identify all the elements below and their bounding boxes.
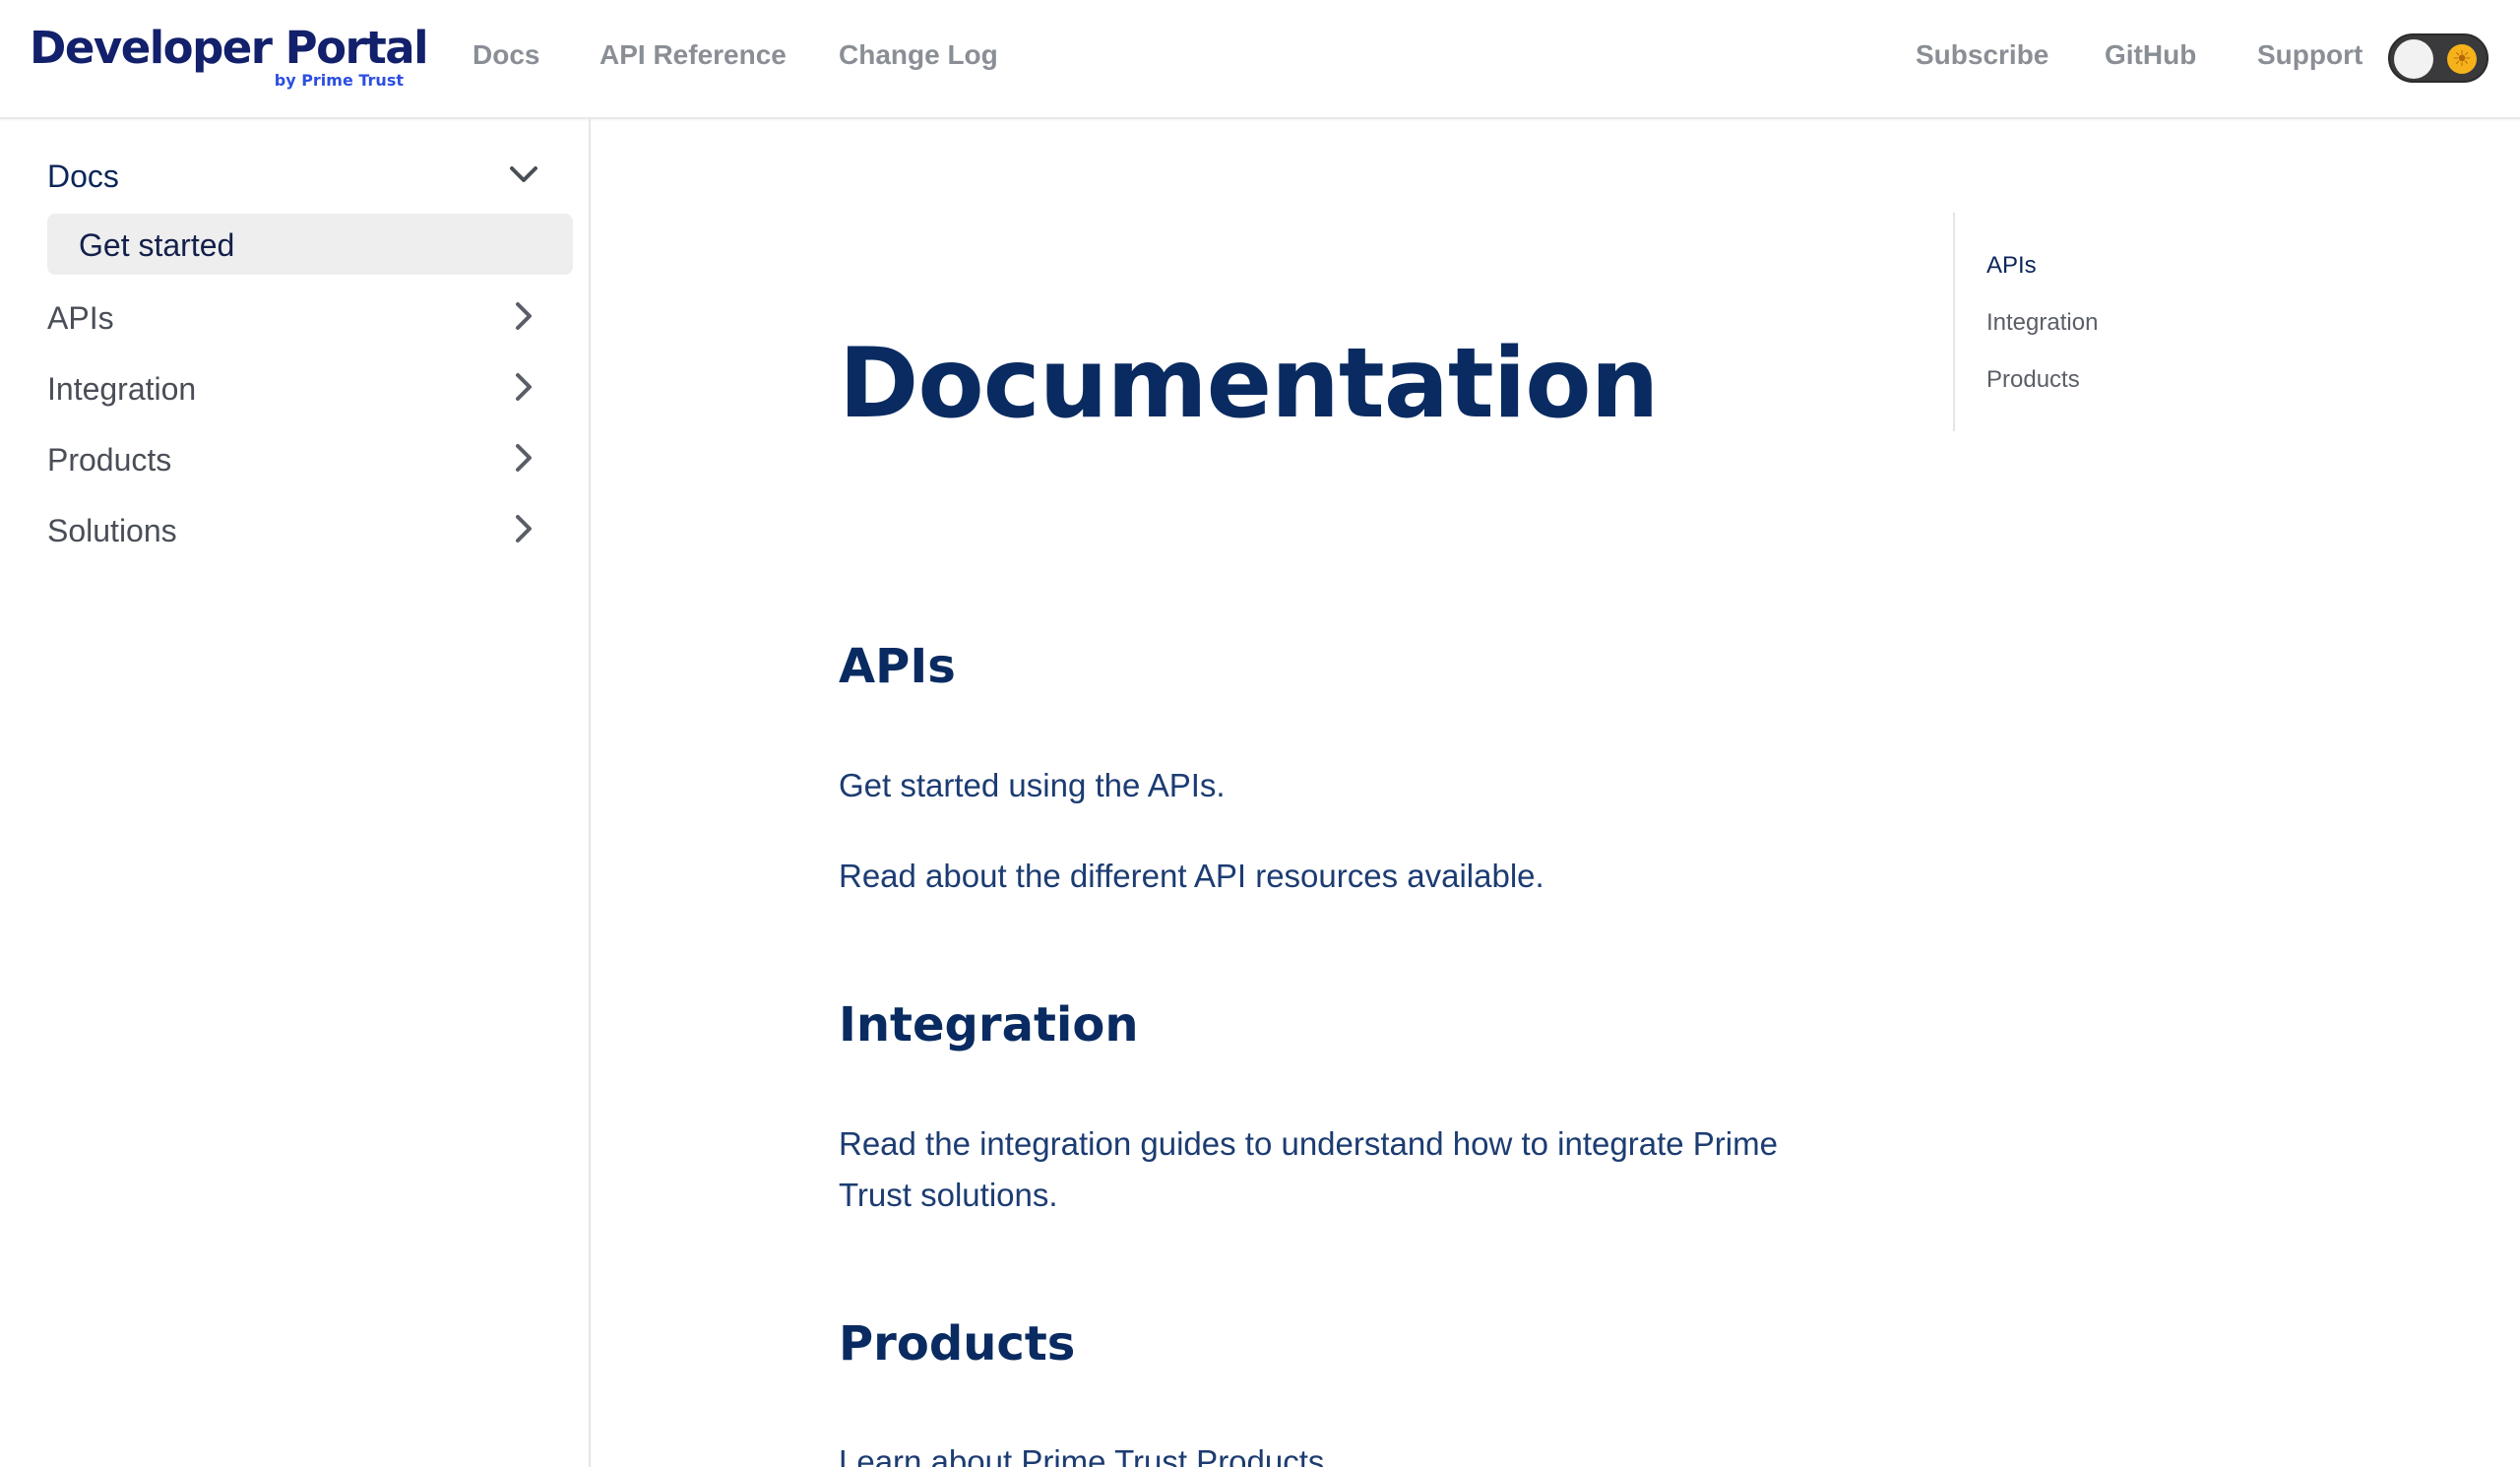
section-heading-apis: APIs — [839, 639, 956, 694]
sidebar-item-solutions[interactable]: Solutions — [47, 497, 559, 560]
table-of-contents: APIs Integration Products — [1953, 213, 2248, 431]
section-link-paragraph[interactable]: Read about the different API resources a… — [839, 851, 1823, 902]
section-link-paragraph[interactable]: Get started using the APIs. — [839, 760, 1823, 811]
brand-logo-link[interactable]: Developer Portal by Prime Trust — [30, 22, 429, 98]
top-navbar: Developer Portal by Prime Trust Docs API… — [0, 0, 2520, 119]
nav-link-subscribe[interactable]: Subscribe — [1916, 39, 2048, 71]
nav-link-change-log[interactable]: Change Log — [839, 39, 998, 71]
sidebar-item-label: Solutions — [47, 513, 177, 548]
chevron-right-icon — [516, 444, 532, 472]
sidebar: Docs Get started APIs Integration Produc… — [0, 119, 591, 1467]
nav-link-api-reference[interactable]: API Reference — [599, 39, 787, 71]
chevron-right-icon — [516, 302, 532, 330]
sidebar-item-docs[interactable]: Docs — [47, 143, 559, 206]
sidebar-item-products[interactable]: Products — [47, 426, 559, 489]
sidebar-subitem-label: Get started — [79, 227, 235, 263]
sun-icon: ☀ — [2447, 44, 2477, 74]
sidebar-item-apis[interactable]: APIs — [47, 285, 559, 348]
sidebar-item-label: Docs — [47, 159, 119, 194]
toggle-knob — [2394, 39, 2433, 79]
section-heading-integration: Integration — [839, 997, 1139, 1052]
toc-link-products[interactable]: Products — [1986, 366, 2080, 394]
sidebar-item-label: Products — [47, 442, 172, 478]
section-link-paragraph[interactable]: Learn about Prime Trust Products — [839, 1436, 1823, 1467]
brand-title: Developer Portal — [30, 22, 429, 74]
nav-link-support[interactable]: Support — [2257, 39, 2362, 71]
sidebar-subitem-get-started[interactable]: Get started — [47, 214, 573, 275]
section-heading-products: Products — [839, 1316, 1076, 1371]
brand-subtitle: by Prime Trust — [274, 71, 404, 90]
nav-link-github[interactable]: GitHub — [2105, 39, 2196, 71]
sidebar-item-label: Integration — [47, 371, 197, 407]
chevron-right-icon — [516, 373, 532, 401]
sidebar-item-integration[interactable]: Integration — [47, 355, 559, 418]
chevron-down-icon — [510, 166, 537, 182]
page-title: Documentation — [839, 328, 1659, 440]
theme-toggle[interactable]: ☀ — [2388, 33, 2488, 83]
toc-link-integration[interactable]: Integration — [1986, 309, 2098, 337]
toc-link-apis[interactable]: APIs — [1986, 252, 2037, 280]
nav-link-docs[interactable]: Docs — [472, 39, 539, 71]
chevron-right-icon — [516, 515, 532, 542]
sidebar-item-label: APIs — [47, 300, 114, 336]
section-link-paragraph[interactable]: Read the integration guides to understan… — [839, 1118, 1823, 1221]
